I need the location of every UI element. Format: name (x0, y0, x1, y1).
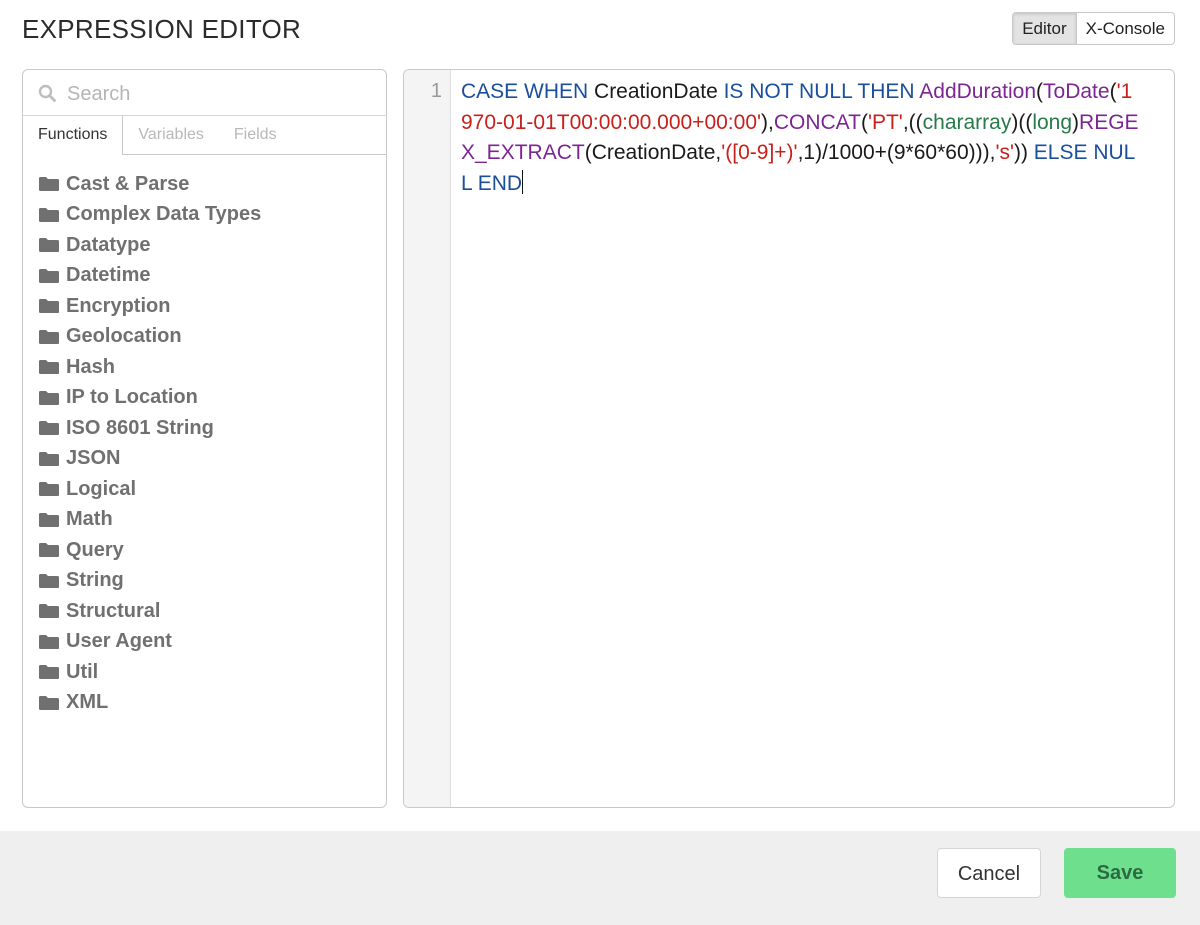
function-category-item[interactable]: IP to Location (23, 383, 386, 414)
code-token: ) (1072, 110, 1080, 134)
function-category-label: Logical (66, 477, 137, 500)
function-category-label: Datetime (66, 264, 151, 287)
function-category-item[interactable]: Hash (23, 352, 386, 383)
expression-editor-dialog: EXPRESSION EDITOR Editor X-Console Funct… (0, 0, 1200, 925)
code-token: CreationDate (588, 80, 724, 103)
line-number: 1 (430, 80, 442, 102)
function-category-label: Datatype (66, 233, 151, 256)
save-button[interactable]: Save (1064, 848, 1176, 898)
function-category-item[interactable]: Query (23, 535, 386, 566)
function-category-label: Structural (66, 599, 161, 622)
function-category-item[interactable]: Encryption (23, 291, 386, 322)
function-category-item[interactable]: String (23, 566, 386, 597)
code-token: CONCAT (773, 110, 861, 134)
function-category-label: User Agent (66, 630, 172, 653)
folder-icon (39, 573, 59, 588)
function-category-label: Hash (66, 355, 115, 378)
code-token: )) (1013, 141, 1034, 164)
function-category-label: ISO 8601 String (66, 416, 214, 439)
code-token: ToDate (1043, 80, 1110, 103)
code-token: ,(( (902, 110, 923, 134)
folder-icon (39, 543, 59, 558)
tab-functions[interactable]: Functions (23, 116, 124, 155)
code-token: CASE WHEN (461, 80, 589, 103)
function-category-item[interactable]: Complex Data Types (23, 200, 386, 231)
function-category-list: Cast & Parse Complex Data Types Datatype Da… (23, 155, 386, 718)
code-token: 's' (995, 141, 1014, 164)
function-category-item[interactable]: Logical (23, 474, 386, 505)
dialog-footer: Cancel Save (0, 831, 1200, 925)
search-box (23, 70, 386, 116)
function-category-item[interactable]: ISO 8601 String (23, 413, 386, 444)
function-category-label: Encryption (66, 294, 171, 317)
function-browser: Functions Variables Fields Cast & ParseC… (22, 69, 387, 808)
function-category-item[interactable]: JSON (23, 444, 386, 475)
cancel-button[interactable]: Cancel (937, 848, 1041, 898)
function-category-label: Geolocation (66, 325, 182, 348)
code-token: ,1)/1000+(9*60*60))), (797, 141, 996, 164)
folder-icon (39, 421, 59, 436)
code-token: ( (1109, 80, 1117, 103)
function-category-label: Util (66, 660, 99, 683)
code-token: long (1032, 110, 1073, 134)
function-category-item[interactable]: Geolocation (23, 322, 386, 353)
function-category-label: IP to Location (66, 386, 198, 409)
code-token: chararray (922, 110, 1012, 134)
search-icon (38, 84, 56, 102)
code-token: (CreationDate, (584, 141, 722, 164)
function-category-item[interactable]: Cast & Parse (23, 169, 386, 200)
code-token: 'PT' (867, 110, 903, 134)
code-token: '([0-9]+)' (721, 141, 798, 164)
function-category-item[interactable]: User Agent (23, 627, 386, 658)
folder-icon (39, 207, 59, 222)
x-console-mode-button[interactable]: X-Console (1077, 13, 1174, 44)
search-input[interactable] (65, 78, 369, 110)
code-token: ( (1036, 80, 1044, 103)
function-category-item[interactable]: Math (23, 505, 386, 536)
tab-variables[interactable]: Variables (123, 116, 219, 154)
expression-code[interactable]: CASE WHEN CreationDate IS NOT NULL THEN … (461, 77, 1141, 199)
folder-icon (39, 299, 59, 314)
folder-icon (39, 482, 59, 497)
code-token: )(( (1011, 110, 1033, 134)
page-title: EXPRESSION EDITOR (22, 14, 302, 44)
code-token: ), (761, 110, 774, 134)
folder-icon (39, 238, 59, 253)
function-category-label: JSON (66, 447, 121, 470)
folder-icon (39, 512, 59, 527)
folder-icon (39, 604, 59, 619)
folder-icon (39, 329, 59, 344)
folder-icon (39, 268, 59, 283)
function-category-item[interactable]: Util (23, 657, 386, 688)
mode-toggle: Editor X-Console (1012, 12, 1175, 45)
editor-mode-button[interactable]: Editor (1013, 13, 1077, 44)
function-category-item[interactable]: Datetime (23, 261, 386, 292)
folder-icon (39, 634, 59, 649)
function-category-label: XML (66, 691, 109, 714)
function-category-item[interactable]: XML (23, 688, 386, 719)
code-token: ( (860, 110, 868, 134)
folder-icon (39, 360, 59, 375)
function-category-item[interactable]: Structural (23, 596, 386, 627)
folder-icon (39, 451, 59, 466)
function-category-label: Cast & Parse (66, 172, 190, 195)
function-category-label: Math (66, 508, 113, 531)
function-category-label: Query (66, 538, 124, 561)
browser-tabs: Functions Variables Fields (23, 116, 386, 155)
function-category-label: Complex Data Types (66, 203, 262, 226)
tab-fields[interactable]: Fields (219, 116, 292, 154)
function-category-label: String (66, 569, 124, 592)
folder-icon (39, 695, 59, 710)
code-token: AddDuration (919, 80, 1037, 103)
folder-icon (39, 665, 59, 680)
function-category-item[interactable]: Datatype (23, 230, 386, 261)
folder-icon (39, 390, 59, 405)
text-cursor (522, 169, 524, 194)
code-token: IS NOT NULL THEN (723, 80, 915, 103)
folder-icon (39, 177, 59, 192)
code-editor[interactable]: 1 CASE WHEN CreationDate IS NOT NULL THE… (403, 69, 1175, 808)
line-gutter: 1 (404, 70, 451, 807)
